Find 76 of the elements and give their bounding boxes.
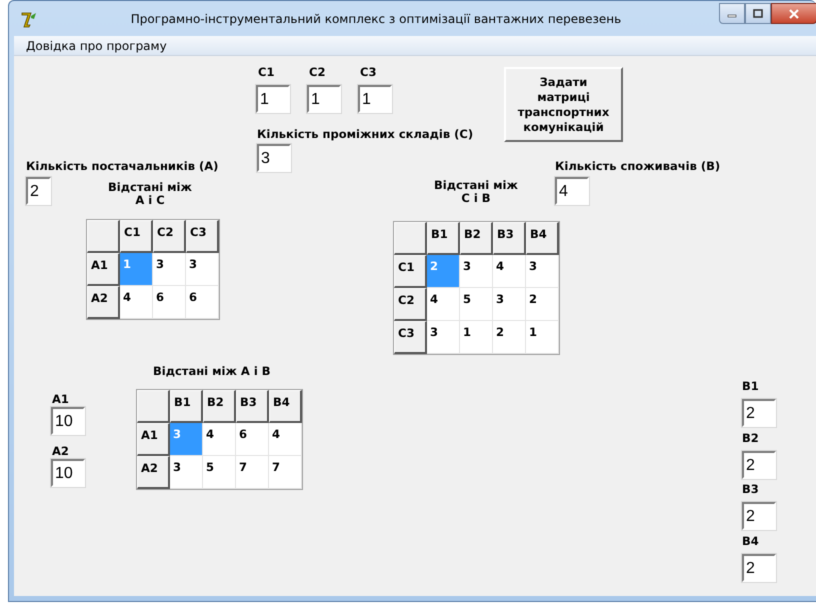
table-cell[interactable]: 4	[427, 288, 460, 321]
table-cell[interactable]: 7	[236, 456, 269, 489]
close-button[interactable]	[771, 3, 816, 24]
column-header: B4	[269, 390, 302, 423]
table-cell[interactable]: 4	[203, 423, 236, 456]
field-label: Кількість проміжних складів (С)	[257, 127, 474, 141]
row-header: A2	[87, 286, 120, 319]
column-header: B3	[493, 222, 526, 255]
table-cell[interactable]: 6	[186, 286, 219, 319]
input-field[interactable]: 1	[256, 85, 290, 113]
field-label: C1	[258, 65, 274, 79]
table-cell[interactable]: 5	[460, 288, 493, 321]
input-field[interactable]: 1	[358, 85, 392, 113]
table-title: Відстані між А і В	[153, 365, 271, 378]
input-field[interactable]: 2	[742, 450, 776, 478]
table-cell[interactable]: 4	[493, 255, 526, 288]
table-cell[interactable]: 1	[460, 321, 493, 354]
close-icon	[788, 8, 800, 18]
column-header: C3	[186, 220, 219, 253]
column-header: B2	[460, 222, 493, 255]
column-header: C2	[153, 220, 186, 253]
row-header: C2	[394, 288, 427, 321]
field-label: B3	[742, 482, 759, 496]
column-header: B2	[203, 390, 236, 423]
input-field[interactable]: 2	[26, 177, 51, 205]
input-field[interactable]: 10	[51, 407, 85, 435]
table-cell[interactable]: 3	[460, 255, 493, 288]
column-header: C1	[120, 220, 153, 253]
row-header: A1	[87, 253, 120, 286]
field-label: B4	[742, 534, 759, 548]
field-label: B1	[742, 379, 759, 393]
input-field[interactable]: 4	[555, 177, 589, 205]
table-cell[interactable]: 7	[269, 456, 302, 489]
menu-item[interactable]: Довідка про програму	[20, 38, 173, 52]
table-cell[interactable]: 2	[493, 321, 526, 354]
input-field[interactable]: 1	[307, 85, 341, 113]
column-header: B4	[526, 222, 559, 255]
table-cell[interactable]: 5	[203, 456, 236, 489]
table-cell[interactable]: 3	[427, 321, 460, 354]
field-label: B2	[742, 430, 759, 444]
table-cell[interactable]: 3	[153, 253, 186, 286]
table-cell[interactable]: 2	[526, 288, 559, 321]
field-label: A2	[52, 444, 69, 458]
column-header: B3	[236, 390, 269, 423]
field-label: Кількість постачальників (А)	[26, 159, 218, 173]
input-field[interactable]: 2	[742, 502, 776, 530]
input-field[interactable]: 2	[742, 399, 776, 427]
table-cell[interactable]: 4	[269, 423, 302, 456]
set-matrices-button[interactable]: Задати матриці транспортних комунікацій	[504, 67, 623, 142]
table-cell[interactable]: 3	[526, 255, 559, 288]
table-cell[interactable]: 3	[186, 253, 219, 286]
field-label: A1	[52, 392, 69, 406]
field-label: C2	[309, 65, 326, 79]
field-label: C3	[360, 65, 376, 79]
maximize-icon	[753, 9, 763, 18]
table-cell[interactable]: 4	[120, 286, 153, 319]
column-header: B1	[170, 390, 203, 423]
column-header: B1	[427, 222, 460, 255]
table-cell[interactable]: 6	[236, 423, 269, 456]
table-cell[interactable]: 1	[526, 321, 559, 354]
field-label: Кількість споживачів (В)	[555, 159, 720, 173]
table-title: Відстані між С і В	[433, 179, 519, 205]
window-title: Програмно-інструментальний комплекс з оптимізації вантажних перевезень	[130, 12, 622, 26]
app-icon	[20, 10, 38, 28]
table-cell[interactable]: 3	[493, 288, 526, 321]
row-header: C3	[394, 321, 427, 354]
input-field[interactable]: 3	[257, 144, 291, 172]
input-field[interactable]: 2	[742, 554, 776, 582]
maximize-button[interactable]	[745, 3, 771, 24]
table-cell[interactable]: 6	[153, 286, 186, 319]
row-header: A2	[137, 456, 170, 489]
table-cell[interactable]: 3	[170, 456, 203, 489]
table-title: Відстані між А і С	[107, 181, 193, 207]
input-field[interactable]: 10	[51, 459, 85, 487]
row-header: C1	[394, 255, 427, 288]
row-header: A1	[137, 423, 170, 456]
